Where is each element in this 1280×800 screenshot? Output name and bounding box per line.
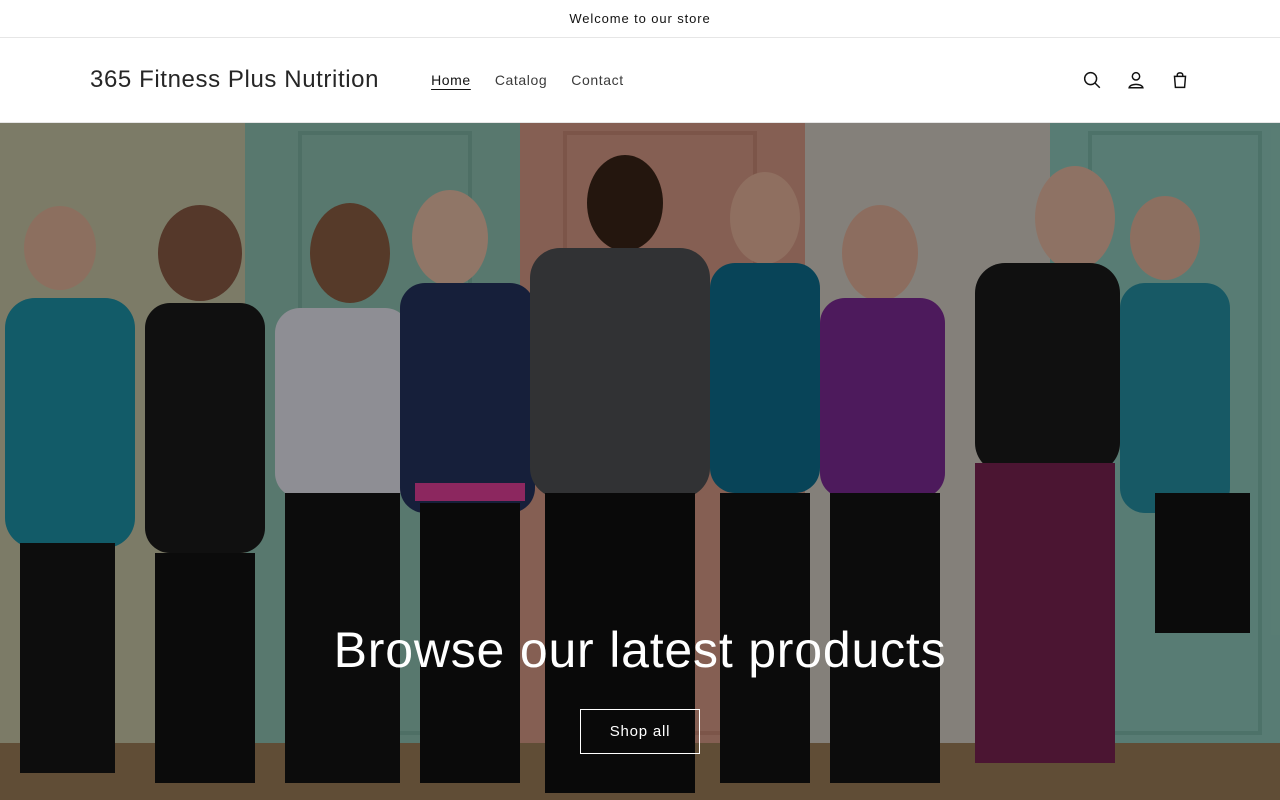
nav-catalog[interactable]: Catalog (483, 72, 559, 88)
hero-content: Browse our latest products Shop all (0, 621, 1280, 754)
site-header: 365 Fitness Plus Nutrition Home Catalog … (0, 38, 1280, 123)
hero-banner: Browse our latest products Shop all (0, 123, 1280, 800)
hero-title: Browse our latest products (333, 622, 947, 678)
main-nav: Home Catalog Contact (419, 72, 636, 88)
search-icon[interactable] (1080, 68, 1104, 92)
store-logo[interactable]: 365 Fitness Plus Nutrition (90, 66, 379, 94)
header-icons (1080, 38, 1192, 122)
cart-icon[interactable] (1168, 68, 1192, 92)
announcement-bar: Welcome to our store (0, 0, 1280, 38)
account-icon[interactable] (1124, 68, 1148, 92)
nav-home[interactable]: Home (419, 72, 483, 88)
announcement-text: Welcome to our store (569, 11, 711, 26)
shop-all-button[interactable]: Shop all (579, 709, 701, 754)
nav-contact[interactable]: Contact (559, 72, 635, 88)
